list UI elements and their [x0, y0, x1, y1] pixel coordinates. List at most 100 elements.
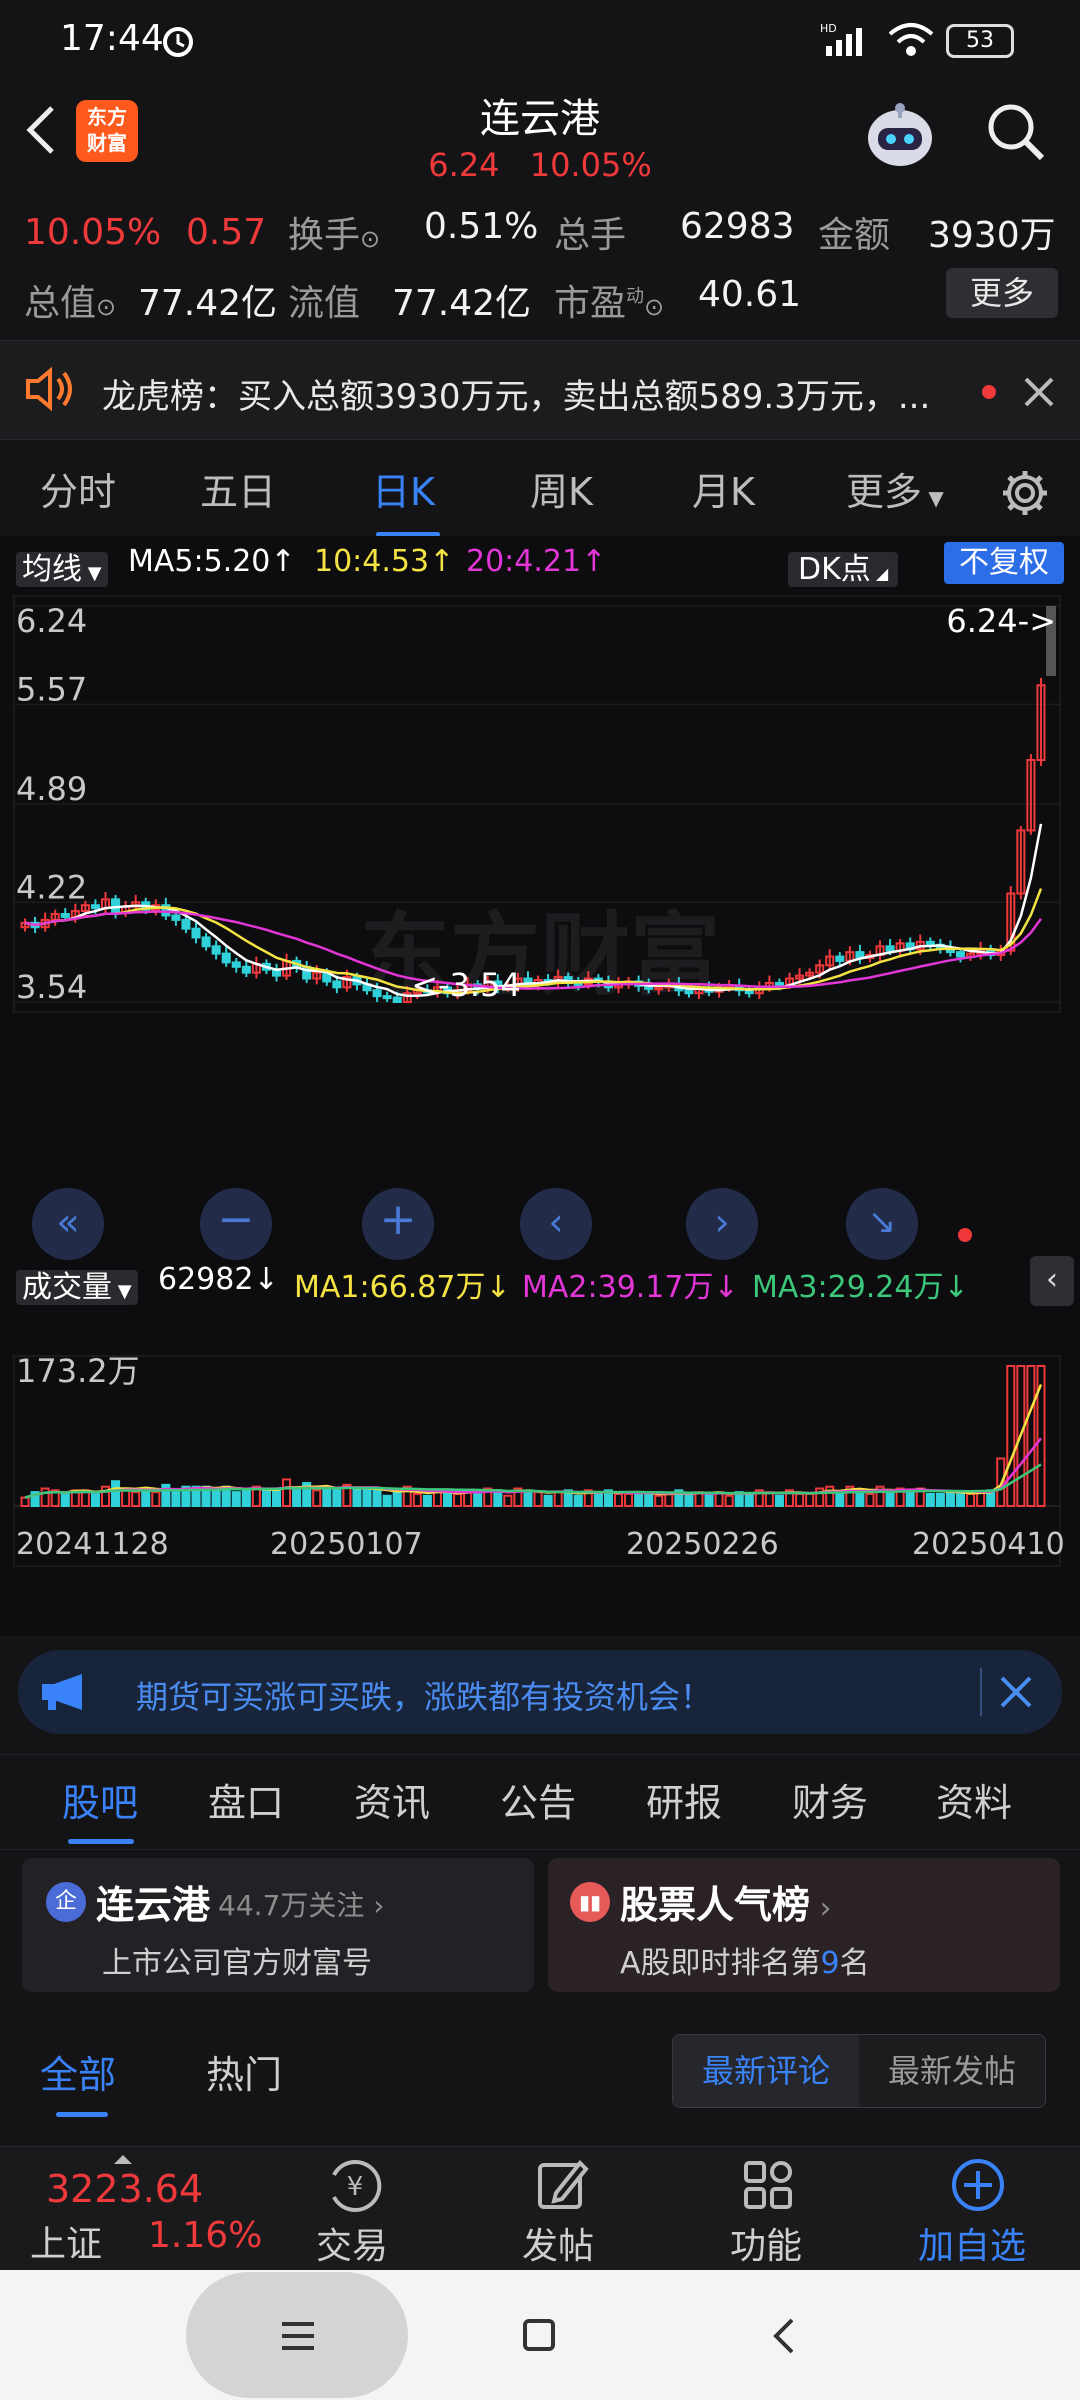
- post-button[interactable]: 发帖: [522, 2217, 594, 2269]
- sort-latest-comment[interactable]: 最新评论: [673, 2035, 859, 2107]
- candle: [211, 945, 221, 955]
- stock-header: 东方 财富 连云港 6.24 10.05%: [0, 80, 1080, 190]
- volume-bar: [503, 1494, 513, 1508]
- header-price: 6.24: [428, 146, 500, 184]
- candle: [684, 989, 694, 995]
- add-watchlist-button[interactable]: 加自选: [918, 2217, 1026, 2269]
- turnover-label: 换手⊙: [288, 215, 381, 256]
- tab-announcement[interactable]: 公告: [500, 1755, 576, 1851]
- tab-five-day[interactable]: 五日: [200, 444, 276, 540]
- volume-bar: [382, 1494, 392, 1508]
- candle: [885, 945, 895, 952]
- price-axis-label: 3.54: [16, 968, 87, 1006]
- filter-hot[interactable]: 热门: [206, 2044, 282, 2099]
- svg-text:¥: ¥: [347, 2172, 364, 2202]
- tab-finance[interactable]: 财务: [792, 1755, 868, 1851]
- volume-bar: [684, 1492, 694, 1508]
- company-card[interactable]: 企 连云港 44.7万关注 › 上市公司官方财富号: [22, 1858, 534, 1992]
- fullscreen-button[interactable]: ↘: [846, 1188, 918, 1260]
- volume-bar: [664, 1492, 674, 1508]
- tab-monthly-k[interactable]: 月K: [692, 444, 755, 540]
- x-tick-label: 20241128: [16, 1527, 169, 1562]
- sort-latest-post[interactable]: 最新发帖: [859, 2035, 1045, 2107]
- tab-weekly-k[interactable]: 周K: [530, 444, 593, 540]
- volume-bar: [795, 1492, 805, 1508]
- alarm-icon: [163, 27, 193, 57]
- dragon-tiger-notice[interactable]: 龙虎榜：买入总额3930万元，卖出总额589.3万元，...: [0, 340, 1080, 440]
- amount-value: 3930万: [928, 215, 1056, 256]
- volume-bar: [905, 1489, 915, 1508]
- dk-button[interactable]: DK点 ◢: [788, 544, 899, 588]
- tab-pankou[interactable]: 盘口: [208, 1755, 284, 1851]
- tab-daily-k[interactable]: 日K: [372, 444, 435, 540]
- tab-research[interactable]: 研报: [646, 1755, 722, 1851]
- signal-icon: HD: [820, 22, 862, 56]
- robot-assistant-icon[interactable]: [858, 98, 942, 174]
- step-left-button[interactable]: ‹: [520, 1188, 592, 1260]
- collapse-panel-button[interactable]: ‹: [1030, 1256, 1074, 1306]
- info-tabs: 股吧 盘口 资讯 公告 研报 财务 资料: [0, 1754, 1080, 1850]
- index-name: 上证: [30, 2224, 103, 2265]
- futures-banner[interactable]: 期货可买涨可买跌，涨跌都有投资机会！: [18, 1650, 1062, 1734]
- tab-news[interactable]: 资讯: [354, 1755, 430, 1851]
- company-badge-icon: 企: [46, 1882, 86, 1922]
- volume-bar: [121, 1489, 131, 1508]
- kline-chart-panel[interactable]: 均线 ▼ MA5:5.20↑ 10:4.53↑ 20:4.21↑ DK点 ◢ 不…: [0, 536, 1080, 1636]
- volume-select[interactable]: 成交量 ▼: [16, 1262, 138, 1306]
- ma20-readout: 20:4.21↑: [466, 544, 607, 579]
- step-right-button[interactable]: ›: [686, 1188, 758, 1260]
- menu-icon[interactable]: [280, 2320, 316, 2352]
- mktcap-label: 总值⊙: [24, 283, 117, 324]
- volume-bar: [955, 1491, 966, 1508]
- price-axis-label: 5.57: [16, 670, 87, 708]
- fuquan-button[interactable]: 不复权: [944, 542, 1064, 584]
- popularity-desc: A股即时排名第9名: [620, 1946, 870, 1981]
- volume-bar: [111, 1480, 121, 1507]
- candle: [90, 904, 100, 910]
- gear-icon[interactable]: [1000, 468, 1050, 518]
- chart-badge-icon: ▮▮: [570, 1882, 610, 1922]
- candle: [231, 961, 241, 968]
- zoom-in-button[interactable]: +: [362, 1188, 434, 1260]
- tab-guba[interactable]: 股吧: [62, 1755, 138, 1851]
- volume-bar: [654, 1494, 664, 1508]
- candle: [191, 927, 201, 939]
- close-icon[interactable]: [1022, 375, 1056, 409]
- candle: [925, 940, 935, 946]
- volume-bar: [292, 1489, 302, 1508]
- search-icon[interactable]: [984, 100, 1048, 164]
- function-button[interactable]: 功能: [730, 2217, 802, 2269]
- volume-axis-label: 173.2万: [16, 1352, 140, 1390]
- zoom-out-button[interactable]: −: [200, 1188, 272, 1260]
- banner-close-icon[interactable]: [998, 1674, 1034, 1710]
- filter-all[interactable]: 全部: [40, 2044, 116, 2099]
- volume-bar: [523, 1489, 533, 1508]
- volume-bar: [945, 1491, 955, 1508]
- bottom-dock: 3223.64 上证 1.16% ¥ 交易 发帖 功能 加自选: [0, 2146, 1080, 2270]
- trade-button[interactable]: 交易: [316, 2217, 388, 2269]
- tab-profile[interactable]: 资料: [936, 1755, 1012, 1851]
- tab-intraday[interactable]: 分时: [40, 444, 116, 540]
- volume-bar: [613, 1492, 624, 1508]
- turnover-value: 0.51%: [424, 206, 539, 247]
- volume-bar: [171, 1491, 181, 1508]
- scroll-left-button[interactable]: «: [32, 1188, 104, 1260]
- more-quote-button[interactable]: 更多: [946, 268, 1058, 318]
- ma-select[interactable]: 均线 ▼: [16, 544, 108, 588]
- candle: [241, 965, 251, 974]
- tab-more[interactable]: 更多 ▼: [846, 444, 944, 540]
- quote-change: 0.57: [186, 212, 267, 253]
- back-icon[interactable]: [770, 2316, 800, 2356]
- volume-bar: [925, 1492, 935, 1508]
- volume-bar: [392, 1491, 402, 1508]
- kline-tabs: 分时 五日 日K 周K 月K 更多 ▼: [0, 444, 1080, 540]
- float-label: 流值: [288, 283, 361, 324]
- volume-bar: [131, 1491, 141, 1508]
- volume-bar: [211, 1487, 221, 1507]
- index-value[interactable]: 3223.64: [46, 2167, 203, 2211]
- volume-bar: [312, 1489, 322, 1508]
- add-circle-icon: [952, 2159, 1004, 2211]
- home-square-icon[interactable]: [522, 2318, 556, 2352]
- popularity-card[interactable]: ▮▮ 股票人气榜 › A股即时排名第9名: [548, 1858, 1060, 1992]
- volume-bar: [261, 1489, 271, 1508]
